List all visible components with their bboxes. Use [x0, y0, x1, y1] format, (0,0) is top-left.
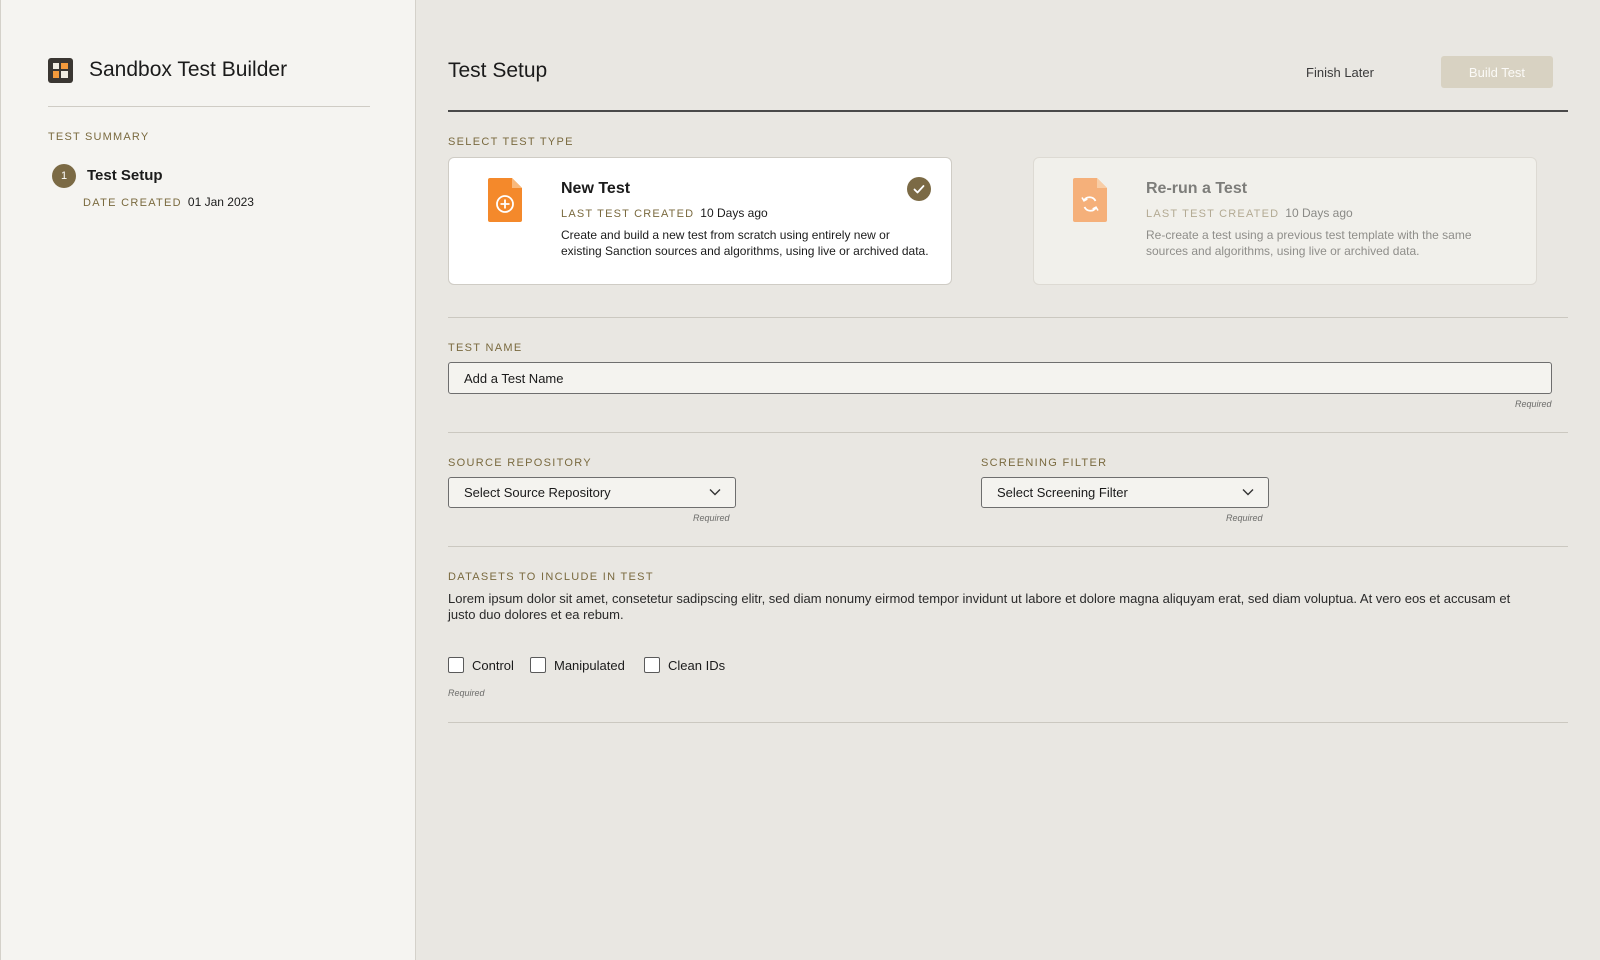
- dataset-checkbox-control[interactable]: Control: [448, 656, 514, 674]
- rerun-test-title: Re-run a Test: [1146, 180, 1248, 197]
- app-logo-icon: [48, 58, 73, 83]
- logo-cell: [53, 63, 59, 69]
- dataset-checkbox-label: Manipulated: [554, 657, 625, 673]
- new-test-description: Create and build a new test from scratch…: [561, 228, 929, 258]
- datasets-required-note: Required: [448, 688, 485, 698]
- screening-filter-required-note: Required: [1226, 513, 1263, 523]
- logo-cell: [61, 63, 68, 69]
- last-test-created-value: 10 Days ago: [700, 206, 768, 220]
- source-repository-required-note: Required: [693, 513, 730, 523]
- source-repository-label: SOURCE REPOSITORY: [448, 457, 592, 469]
- sidebar-divider: [48, 106, 370, 107]
- test-type-card-new-test[interactable]: New Test LAST TEST CREATED 10 Days ago Cr…: [448, 157, 952, 285]
- chevron-down-icon: [709, 489, 721, 496]
- build-test-button[interactable]: Build Test: [1441, 56, 1553, 88]
- screening-filter-value: Select Screening Filter: [997, 485, 1128, 500]
- section-divider: [448, 546, 1568, 547]
- dataset-checkbox-label: Control: [472, 657, 514, 673]
- screening-filter-label: SCREENING FILTER: [981, 457, 1108, 469]
- step-number-badge: 1: [52, 164, 76, 188]
- section-divider: [448, 432, 1568, 433]
- checkbox-box[interactable]: [530, 657, 546, 673]
- last-test-created-value: 10 Days ago: [1285, 206, 1353, 220]
- test-type-card-rerun-test[interactable]: Re-run a Test LAST TEST CREATED 10 Days a…: [1033, 157, 1537, 285]
- date-created-row: DATE CREATED 01 Jan 2023: [83, 195, 254, 209]
- test-name-input[interactable]: [448, 362, 1552, 394]
- logo-cell: [53, 71, 59, 78]
- test-summary-label: TEST SUMMARY: [48, 131, 150, 143]
- date-created-label: DATE CREATED: [83, 197, 182, 209]
- datasets-description: Lorem ipsum dolor sit amet, consetetur s…: [448, 591, 1511, 622]
- section-divider: [448, 722, 1568, 723]
- finish-later-button[interactable]: Finish Later: [1280, 56, 1400, 88]
- chevron-down-icon: [1242, 489, 1254, 496]
- source-repository-select[interactable]: Select Source Repository: [448, 477, 736, 508]
- new-test-meta: LAST TEST CREATED 10 Days ago: [561, 206, 768, 220]
- sidebar-step-test-setup[interactable]: Test Setup: [87, 167, 163, 184]
- datasets-label: DATASETS TO INCLUDE IN TEST: [448, 571, 654, 583]
- logo-cell: [61, 71, 68, 78]
- header-divider: [448, 110, 1568, 112]
- new-test-title: New Test: [561, 180, 631, 197]
- rerun-test-meta: LAST TEST CREATED 10 Days ago: [1146, 206, 1353, 220]
- last-test-created-label: LAST TEST CREATED: [561, 208, 695, 220]
- checkbox-box[interactable]: [644, 657, 660, 673]
- rerun-test-description: Re-create a test using a previous test t…: [1146, 228, 1472, 258]
- dataset-checkbox-manipulated[interactable]: Manipulated: [530, 656, 625, 674]
- dataset-checkbox-clean-ids[interactable]: Clean IDs: [644, 656, 725, 674]
- app-title: Sandbox Test Builder: [89, 58, 288, 81]
- screening-filter-select[interactable]: Select Screening Filter: [981, 477, 1269, 508]
- selected-check-icon: [907, 177, 931, 201]
- last-test-created-label: LAST TEST CREATED: [1146, 208, 1280, 220]
- checkbox-box[interactable]: [448, 657, 464, 673]
- select-test-type-label: SELECT TEST TYPE: [448, 136, 574, 148]
- date-created-value: 01 Jan 2023: [187, 195, 254, 209]
- dataset-checkbox-label: Clean IDs: [668, 657, 726, 673]
- file-refresh-icon: [1073, 178, 1107, 222]
- page-title: Test Setup: [448, 59, 548, 82]
- sidebar: Sandbox Test Builder TEST SUMMARY 1 Test…: [0, 0, 416, 960]
- test-name-label: TEST NAME: [448, 342, 523, 354]
- test-name-required-note: Required: [1515, 399, 1552, 409]
- file-plus-icon: [488, 178, 522, 222]
- section-divider: [448, 317, 1568, 318]
- source-repository-value: Select Source Repository: [464, 485, 611, 500]
